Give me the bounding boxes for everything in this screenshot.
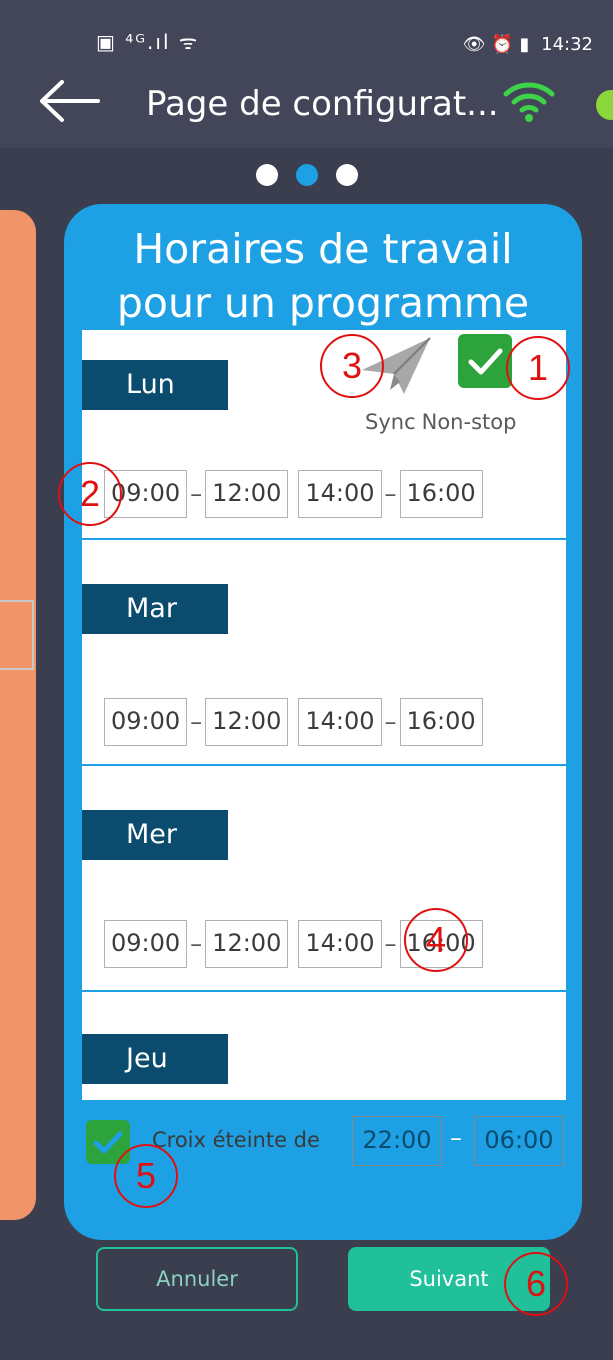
status-icons-right: 👁 ⏰ ▮ 14:32 [463, 34, 593, 55]
cross-off-end-field[interactable]: 06:00 [474, 1116, 564, 1166]
card-title: Horaires de travail pour un programme [64, 222, 582, 330]
time-field-end-pm[interactable]: 16:00 [399, 470, 483, 518]
day-label: Mar [82, 584, 228, 634]
annotation-marker-1: 1 [506, 336, 570, 400]
time-row-tuesday: 09:00 – 12:00 14:00 – 16:00 [104, 698, 544, 746]
time-dash: – [190, 930, 203, 958]
wifi-icon [503, 82, 555, 122]
day-label: Lun [82, 360, 228, 410]
cross-off-start-field[interactable]: 22:00 [352, 1116, 442, 1166]
annotation-marker-6: 6 [504, 1252, 568, 1316]
time-field-start-pm[interactable]: 14:00 [298, 470, 382, 518]
page-title: Page de configurat... [146, 84, 499, 124]
status-icons: 👁 ⏰ ▮ [462, 34, 530, 55]
annotation-marker-4: 4 [404, 908, 468, 972]
time-field-end-am[interactable]: 12:00 [205, 920, 289, 968]
time-field-start-pm[interactable]: 14:00 [298, 920, 382, 968]
time-field-start-am[interactable]: 09:00 [104, 920, 188, 968]
time-field-end-am[interactable]: 12:00 [205, 470, 289, 518]
annotation-marker-3: 3 [320, 334, 384, 398]
time-field-end-pm[interactable]: 16:00 [399, 698, 483, 746]
cancel-button[interactable]: Annuler [96, 1247, 298, 1311]
time-dash: – [190, 708, 203, 736]
option-labels: Sync Non-stop [365, 410, 516, 434]
separator [82, 990, 566, 992]
time-field-start-pm[interactable]: 14:00 [298, 698, 382, 746]
status-time: 14:32 [541, 34, 593, 55]
page-dot [335, 164, 358, 186]
connection-status-dot [596, 90, 613, 120]
app-bar: Page de configurat... [0, 58, 613, 148]
time-dash: – [450, 1124, 462, 1152]
time-row-monday: 09:00 – 12:00 14:00 – 16:00 [104, 470, 544, 518]
nonstop-checkbox[interactable] [458, 334, 512, 388]
time-row-wednesday: 09:00 – 12:00 14:00 – 16:00 [104, 920, 544, 968]
annotation-marker-2: 2 [58, 462, 122, 526]
card-title-line-2: pour un programme [116, 279, 530, 327]
time-dash: – [190, 480, 203, 508]
schedule-list[interactable]: Lun 09:00 – 12:00 14:00 – 16:00 Mar 09:0… [82, 330, 566, 1100]
page-dot [255, 164, 278, 186]
sync-label: Sync [365, 410, 416, 434]
page-dot-active [295, 164, 318, 186]
previous-card-field [0, 600, 34, 670]
status-icons-left: ▣ ⁴ᴳ.ıl ᯤ [96, 30, 200, 54]
separator [82, 538, 566, 540]
previous-card-peek[interactable] [0, 210, 36, 1220]
time-dash: – [384, 480, 397, 508]
day-label: Mer [82, 810, 228, 860]
annotation-marker-5: 5 [114, 1144, 178, 1208]
time-dash: – [384, 930, 397, 958]
nonstop-label: Non-stop [421, 410, 517, 434]
page-indicator [0, 164, 613, 190]
check-icon [468, 348, 503, 375]
time-field-start-am[interactable]: 09:00 [104, 698, 188, 746]
cross-off-label: Croix éteinte de [152, 1128, 320, 1152]
card-title-line-1: Horaires de travail [133, 225, 513, 273]
time-dash: – [384, 708, 397, 736]
separator [82, 764, 566, 766]
time-field-end-am[interactable]: 12:00 [205, 698, 289, 746]
back-arrow-icon[interactable] [36, 78, 102, 124]
day-label: Jeu [82, 1034, 228, 1084]
